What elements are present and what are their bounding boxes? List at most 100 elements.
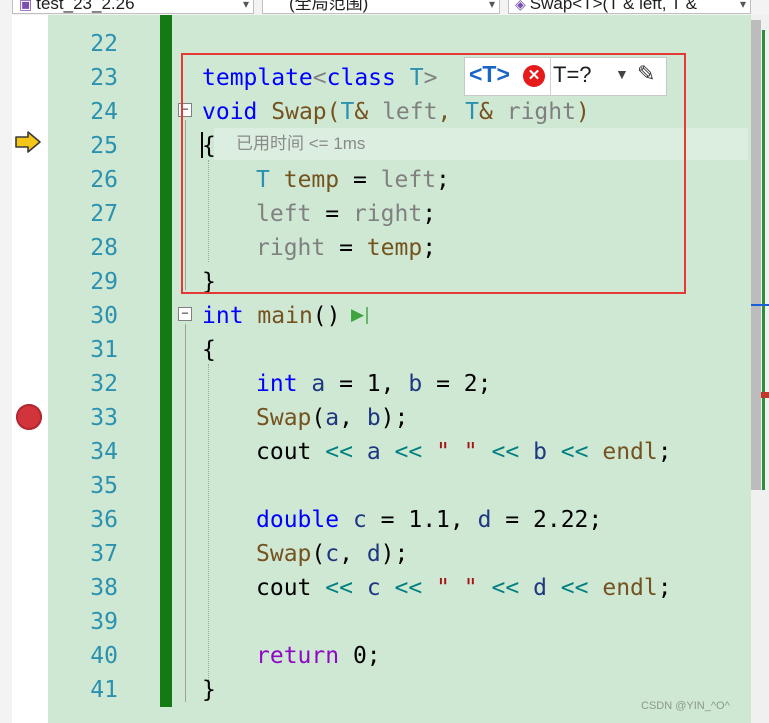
function-cube-icon: ◈ [515,0,526,12]
navigation-bar: ▣ test_23_2.26 ▾ (全局范围) ▾ ◈ Swap<T>(T & le… [0,0,769,15]
code-line: 40 [48,639,751,673]
line-number: 34 [90,439,118,465]
scrollbar-thumb[interactable] [751,20,761,490]
line-number: 40 [90,643,118,669]
function-name: Swap [256,405,312,431]
variable: d [366,541,381,567]
operator: << [491,575,520,601]
brace: } [202,677,216,703]
line-number: 37 [90,541,118,567]
line-number: 30 [90,303,118,329]
line-number: 32 [90,371,118,397]
punct: , [339,405,367,431]
string-literal: " " [436,439,478,465]
member-dropdown[interactable]: ◈ Swap<T>(T & left, T & ▾ [508,0,751,14]
operator: << [491,439,520,465]
glyph-margin[interactable] [12,15,48,723]
project-dropdown[interactable]: ▣ test_23_2.26 ▾ [12,0,254,14]
chevron-down-icon: ▾ [488,0,495,11]
highlight-box [181,53,686,294]
operator: << [394,575,423,601]
operator: << [394,439,423,465]
line-number: 31 [90,337,118,363]
code-line: 31 [48,333,751,367]
variable: a [325,405,340,431]
punct: ); [380,541,409,567]
code-line: 30 [48,299,751,333]
chevron-down-icon: ▾ [739,0,746,11]
punct: ( [311,405,326,431]
code-text[interactable]: cout << a << " " << b << endl; [256,435,672,469]
operator: << [560,439,589,465]
operator: = 1.1, [366,507,478,533]
code-text[interactable]: return 0; [256,639,381,673]
variable: c [352,507,367,533]
punct: ; [657,439,672,465]
selection-margin [0,15,12,723]
keyword: int [256,371,298,397]
punct: () [312,303,341,329]
scope-dropdown-label: (全局范围) [289,0,369,13]
line-number: 26 [90,167,118,193]
line-number: 39 [90,609,118,635]
operator: << [325,439,353,465]
function-name: main [257,303,313,329]
project-icon: ▣ [19,0,33,12]
literal: 0; [339,643,381,669]
code-text[interactable]: cout << c << " " << d << endl; [256,571,672,605]
line-number: 36 [90,507,118,533]
variable: b [408,371,423,397]
breakpoint-icon[interactable] [16,404,42,430]
line-number: 22 [90,31,118,57]
code-text[interactable]: int main() [202,299,341,333]
scrollbar-breakpoint-marker [761,392,769,398]
punct: , [339,541,367,567]
punct: ); [380,405,409,431]
punct: = 2; [422,371,492,397]
function-name: Swap [256,541,312,567]
line-number: 35 [90,473,118,499]
function-name: endl [602,575,658,601]
line-number: 24 [90,99,118,125]
operator: << [325,575,353,601]
code-text[interactable]: Swap(c, d); [256,537,408,571]
current-statement-arrow-icon[interactable] [14,130,42,154]
line-number: 29 [90,269,118,295]
operator: << [560,575,589,601]
line-number: 33 [90,405,118,431]
code-text[interactable]: double c = 1.1, d = 2.22; [256,503,602,537]
punct: = 2.22; [491,507,603,533]
code-text[interactable]: Swap(a, b); [256,401,408,435]
variable: d [477,507,492,533]
code-text[interactable]: int a = 1, b = 2; [256,367,491,401]
punct: ( [311,541,326,567]
punct: ; [657,575,672,601]
run-to-click-icon[interactable]: ▶| [351,305,370,325]
code-text[interactable]: } [202,673,216,707]
variable: c [325,541,340,567]
watermark: CSDN @YIN_^O^ [641,700,730,712]
variable: b [366,405,381,431]
function-name: endl [602,439,658,465]
code-text[interactable]: { [202,333,216,367]
project-dropdown-label: test_23_2.26 [36,0,135,13]
line-number: 41 [90,677,118,703]
scope-dropdown[interactable]: (全局范围) ▾ [262,0,500,14]
line-number: 23 [90,65,118,91]
member-dropdown-label: Swap<T>(T & left, T & [529,0,698,13]
variable: c [366,575,381,601]
variable: b [533,439,547,465]
